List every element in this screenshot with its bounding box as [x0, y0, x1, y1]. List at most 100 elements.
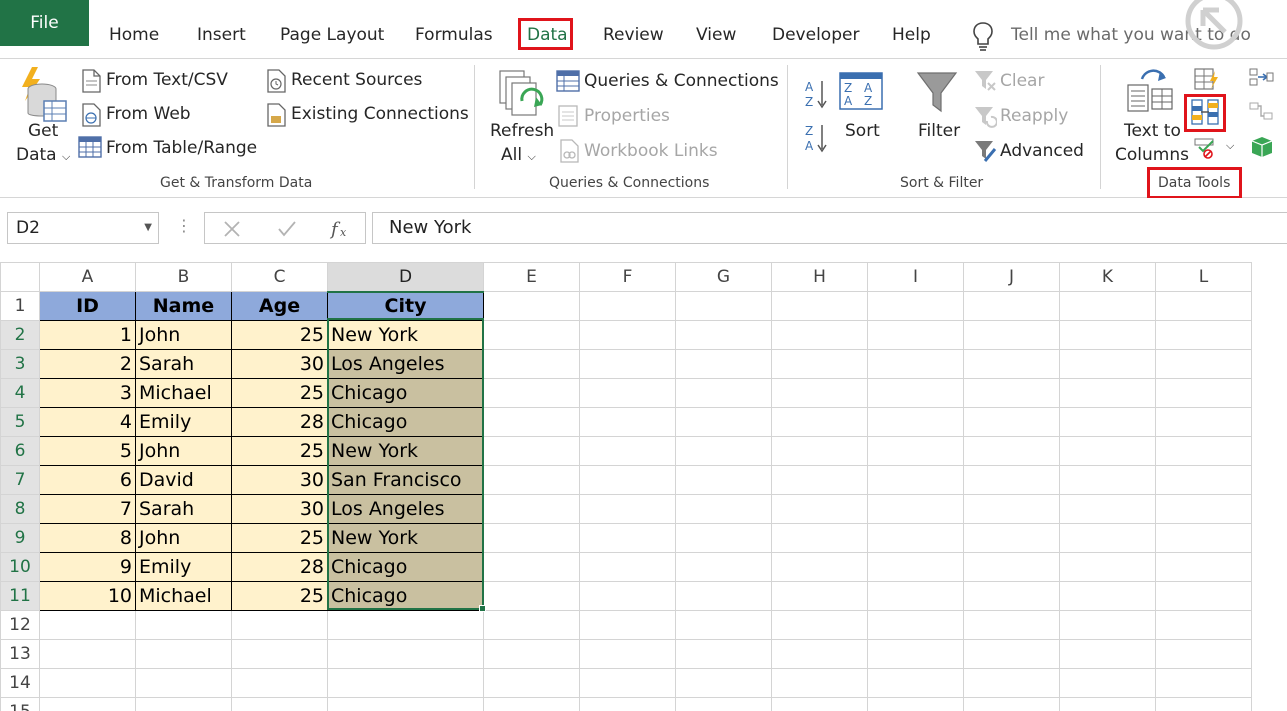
cell-c13[interactable] — [231, 639, 328, 669]
cell-j10[interactable] — [963, 552, 1060, 582]
cell-k9[interactable] — [1059, 523, 1156, 553]
cell-c9[interactable]: 25 — [231, 523, 328, 553]
cell-c5[interactable]: 28 — [231, 407, 328, 437]
row-header[interactable]: 5 — [0, 407, 40, 437]
cancel-icon[interactable] — [223, 220, 241, 238]
cell-a8[interactable]: 7 — [39, 494, 136, 524]
cell-e15[interactable] — [483, 697, 580, 711]
fill-handle[interactable] — [479, 605, 486, 612]
cell-c6[interactable]: 25 — [231, 436, 328, 466]
get-data-label-line1[interactable]: Get — [28, 121, 58, 141]
cell-l2[interactable] — [1155, 320, 1252, 350]
cell-d3[interactable]: Los Angeles — [327, 349, 484, 379]
cell-k15[interactable] — [1059, 697, 1156, 711]
cell-k14[interactable] — [1059, 668, 1156, 698]
select-all-corner[interactable] — [0, 262, 40, 292]
cell-k7[interactable] — [1059, 465, 1156, 495]
column-header-i[interactable]: I — [867, 262, 964, 292]
tab-review[interactable]: Review — [603, 14, 664, 56]
cell-i9[interactable] — [867, 523, 964, 553]
cell-l8[interactable] — [1155, 494, 1252, 524]
cell-f10[interactable] — [579, 552, 676, 582]
cell-h4[interactable] — [771, 378, 868, 408]
cell-a9[interactable]: 8 — [39, 523, 136, 553]
reapply-button[interactable]: Reapply — [1000, 106, 1068, 126]
cell-c11[interactable]: 25 — [231, 581, 328, 611]
cell-l13[interactable] — [1155, 639, 1252, 669]
cell-k2[interactable] — [1059, 320, 1156, 350]
column-header-g[interactable]: G — [675, 262, 772, 292]
column-header-b[interactable]: B — [135, 262, 232, 292]
worksheet-grid[interactable]: ABCDEFGHIJKL 1 ID Name Age City 2 1 John 25 New Y… — [0, 262, 1287, 711]
cell-d4[interactable]: Chicago — [327, 378, 484, 408]
cell-b6[interactable]: John — [135, 436, 232, 466]
row-header[interactable]: 7 — [0, 465, 40, 495]
tab-home[interactable]: Home — [109, 14, 159, 56]
sort-button[interactable]: Sort — [845, 121, 880, 141]
tab-formulas[interactable]: Formulas — [415, 14, 493, 56]
row-header[interactable]: 11 — [0, 581, 40, 611]
from-table-range-button[interactable]: From Table/Range — [106, 138, 257, 158]
cell-b4[interactable]: Michael — [135, 378, 232, 408]
cell-h7[interactable] — [771, 465, 868, 495]
cell-h3[interactable] — [771, 349, 868, 379]
cell-l14[interactable] — [1155, 668, 1252, 698]
from-web-button[interactable]: From Web — [106, 104, 191, 124]
cell-e14[interactable] — [483, 668, 580, 698]
cell-a1[interactable]: ID — [39, 291, 136, 321]
cell-g4[interactable] — [675, 378, 772, 408]
text-to-columns-label-line2[interactable]: Columns — [1115, 145, 1189, 165]
cell-h15[interactable] — [771, 697, 868, 711]
cell-d1[interactable]: City — [327, 291, 484, 321]
cell-k12[interactable] — [1059, 610, 1156, 640]
cell-a6[interactable]: 5 — [39, 436, 136, 466]
cell-k3[interactable] — [1059, 349, 1156, 379]
cell-k5[interactable] — [1059, 407, 1156, 437]
cell-c4[interactable]: 25 — [231, 378, 328, 408]
cell-j11[interactable] — [963, 581, 1060, 611]
cell-e11[interactable] — [483, 581, 580, 611]
cell-c14[interactable] — [231, 668, 328, 698]
cell-f5[interactable] — [579, 407, 676, 437]
cell-e10[interactable] — [483, 552, 580, 582]
cell-d14[interactable] — [327, 668, 484, 698]
cell-j15[interactable] — [963, 697, 1060, 711]
cell-b15[interactable] — [135, 697, 232, 711]
cell-f3[interactable] — [579, 349, 676, 379]
cell-a12[interactable] — [39, 610, 136, 640]
cell-i13[interactable] — [867, 639, 964, 669]
cell-i5[interactable] — [867, 407, 964, 437]
row-header[interactable]: 8 — [0, 494, 40, 524]
cell-j2[interactable] — [963, 320, 1060, 350]
cell-k1[interactable] — [1059, 291, 1156, 321]
cell-k6[interactable] — [1059, 436, 1156, 466]
cell-i15[interactable] — [867, 697, 964, 711]
tab-developer[interactable]: Developer — [772, 14, 859, 56]
cell-l9[interactable] — [1155, 523, 1252, 553]
cell-k8[interactable] — [1059, 494, 1156, 524]
cell-e7[interactable] — [483, 465, 580, 495]
cell-i10[interactable] — [867, 552, 964, 582]
cell-l6[interactable] — [1155, 436, 1252, 466]
queries-connections-button[interactable]: Queries & Connections — [584, 71, 779, 91]
cell-g8[interactable] — [675, 494, 772, 524]
workbook-links-button[interactable]: Workbook Links — [584, 141, 718, 161]
cell-e13[interactable] — [483, 639, 580, 669]
cell-i2[interactable] — [867, 320, 964, 350]
cell-a13[interactable] — [39, 639, 136, 669]
cell-a10[interactable]: 9 — [39, 552, 136, 582]
cell-j1[interactable] — [963, 291, 1060, 321]
confirm-check-icon[interactable] — [277, 220, 297, 238]
cell-d9[interactable]: New York — [327, 523, 484, 553]
cell-e12[interactable] — [483, 610, 580, 640]
cell-k11[interactable] — [1059, 581, 1156, 611]
cell-k4[interactable] — [1059, 378, 1156, 408]
cell-f7[interactable] — [579, 465, 676, 495]
tab-insert[interactable]: Insert — [197, 14, 246, 56]
cell-j6[interactable] — [963, 436, 1060, 466]
cell-j4[interactable] — [963, 378, 1060, 408]
row-header[interactable]: 12 — [0, 610, 40, 640]
cell-b14[interactable] — [135, 668, 232, 698]
formula-input[interactable]: New York — [372, 212, 1287, 244]
cell-c1[interactable]: Age — [231, 291, 328, 321]
